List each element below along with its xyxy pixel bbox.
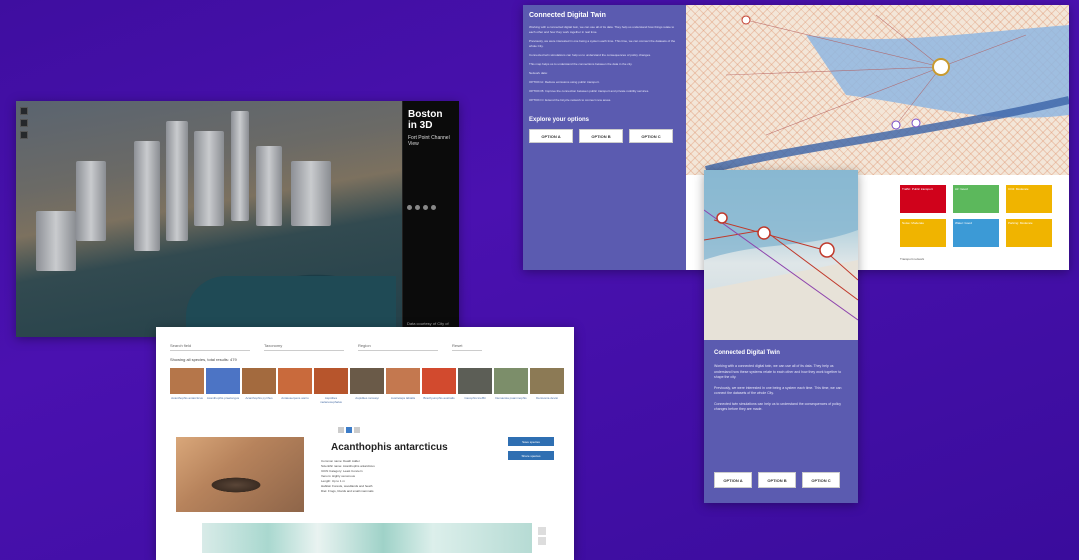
thumbnail-caption: Brachyurophis australis <box>423 396 455 400</box>
twin-para: This map helps us to understand the conn… <box>529 62 633 66</box>
species-name: Acanthophis antarcticus <box>331 442 448 453</box>
twin2-info: Connected Digital Twin Working with a co… <box>714 350 850 418</box>
option-b-button[interactable]: OPTION B <box>758 472 796 488</box>
twin2-para: Connected twin simulations can help us t… <box>714 401 842 412</box>
zoom-in-icon <box>538 527 546 535</box>
species-thumbnail[interactable]: Acanthophis praelongus <box>206 368 240 412</box>
thumbnail-image <box>530 368 564 394</box>
twin-para: Connected twin simulations can help us t… <box>529 53 651 57</box>
digital-twin-mobile-screenshot: Connected Digital Twin Working with a co… <box>704 170 858 503</box>
species-thumbnail[interactable]: Aspidites ramsayi <box>350 368 384 412</box>
map-controls[interactable] <box>20 107 28 147</box>
twin-footer-note: Transport network <box>900 257 925 261</box>
species-thumbnail[interactable]: Denisonia devisi <box>530 368 564 412</box>
twin-city-map[interactable] <box>686 5 1069 175</box>
thumbnail-caption: Acanthophis pyrrhus <box>245 396 273 400</box>
thumbnail-image <box>458 368 492 394</box>
species-thumbnail[interactable]: Demansia psammophis <box>494 368 528 412</box>
thumbnail-caption: Acanthophis antarcticus <box>171 396 203 400</box>
explore-heading: Explore your options <box>529 117 590 123</box>
distribution-map[interactable] <box>202 523 532 553</box>
pagination[interactable] <box>338 427 360 433</box>
thumbnail-caption: Demansia psammophis <box>495 396 527 400</box>
aerial-city-view[interactable] <box>16 101 402 337</box>
page-dot <box>354 427 360 433</box>
option-c-button[interactable]: OPTION C <box>629 129 673 143</box>
thumbnail-caption: Acanthophis praelongus <box>206 396 240 400</box>
option-a-button[interactable]: OPTION A <box>714 472 752 488</box>
indicator-tile[interactable]: CO2: Moderate <box>1006 185 1052 213</box>
snake-database-screenshot: Search field Taxonomy Region Reset Showi… <box>156 327 574 560</box>
species-thumbnail[interactable]: Cacophis krefftii <box>458 368 492 412</box>
thumbnail-caption: Aspidites ramsayi <box>355 396 379 400</box>
filter-bar: Search field Taxonomy Region Reset <box>170 343 560 351</box>
twin-para: Previously, we were interested in one be… <box>529 39 676 48</box>
thumbnail-image <box>422 368 456 394</box>
thumbnail-image <box>242 368 276 394</box>
thumbnail-image <box>350 368 384 394</box>
save-species-button[interactable]: Save species <box>508 437 554 446</box>
twin-para: OPTION C: Extend the bicycle network to … <box>529 98 612 102</box>
indicator-tile[interactable]: Traffic: Public transport <box>900 185 946 213</box>
species-thumbnail[interactable]: Antaioserpens warro <box>278 368 312 412</box>
species-facts: Common name: Death Adder Scientific name… <box>321 459 501 494</box>
boston-sidebar: Boston in 3D Fort Point Channel View Dat… <box>402 101 459 337</box>
boston-3d-screenshot: Boston in 3D Fort Point Channel View Dat… <box>16 101 459 337</box>
boston-title: Boston in 3D <box>408 109 443 131</box>
taxonomy-filter[interactable]: Taxonomy <box>264 343 344 351</box>
indicator-tile[interactable]: Parking: Moderate <box>1006 219 1052 247</box>
twin2-para: Previously, we were interested in one be… <box>714 385 842 396</box>
region-filter[interactable]: Region <box>358 343 438 351</box>
thumbnail-caption: Cacophis krefftii <box>464 396 486 400</box>
twin-para: Network data: <box>529 71 548 75</box>
fact-line: Diet: Frogs, lizards and small mammals <box>321 489 374 493</box>
twin2-title: Connected Digital Twin <box>714 350 780 356</box>
thumbnail-image <box>170 368 204 394</box>
species-thumbnail[interactable]: Acanthophis antarcticus <box>170 368 204 412</box>
playback-controls[interactable] <box>407 201 457 213</box>
thumbnail-image <box>206 368 240 394</box>
thumbnail-caption: Austrelaps labialis <box>390 396 416 400</box>
thumbnail-image <box>494 368 528 394</box>
zoom-out-icon <box>538 537 546 545</box>
indicator-tile[interactable]: Water: Good <box>953 219 999 247</box>
species-thumbnail[interactable]: Austrelaps labialis <box>386 368 420 412</box>
option-c-button[interactable]: OPTION C <box>802 472 840 488</box>
twin-title: Connected Digital Twin <box>529 12 606 19</box>
species-photo <box>176 437 304 512</box>
twin-para: Working with a connected digital twin, w… <box>529 25 675 34</box>
twin-para: OPTION A: Reduce emissions using public … <box>529 80 600 84</box>
boston-sidebar-text: Fort Point Channel View <box>408 135 450 147</box>
species-thumbnail[interactable]: Acanthophis pyrrhus <box>242 368 276 412</box>
share-species-button[interactable]: Share species <box>508 451 554 460</box>
species-thumbnail[interactable]: Aspidites melanocephalus <box>314 368 348 412</box>
thumbnail-image <box>386 368 420 394</box>
twin2-transit-map[interactable] <box>704 170 858 340</box>
reset-button[interactable]: Reset <box>452 343 482 351</box>
species-thumbnails: Acanthophis antarcticus Acanthophis prael… <box>170 368 570 412</box>
thumbnail-caption: Antaioserpens warro <box>281 396 309 400</box>
twin-para: OPTION B: Improve the connection between… <box>529 89 650 93</box>
option-b-button[interactable]: OPTION B <box>579 129 623 143</box>
thumbnail-image <box>314 368 348 394</box>
thumbnail-caption: Aspidites melanocephalus <box>320 396 342 404</box>
twin-paragraphs: Working with a connected digital twin, w… <box>529 25 680 103</box>
twin-info-panel: Connected Digital Twin Working with a co… <box>523 5 686 270</box>
thumbnail-caption: Denisonia devisi <box>536 396 558 400</box>
twin2-para: Working with a connected digital twin, w… <box>714 364 842 379</box>
map-zoom-controls[interactable] <box>538 527 546 545</box>
results-count: Showing all species, total results: 479 <box>170 357 237 362</box>
page-dot <box>338 427 344 433</box>
page-dot <box>346 427 352 433</box>
thumbnail-image <box>278 368 312 394</box>
indicator-tile[interactable]: Noise: Moderate <box>900 219 946 247</box>
search-field[interactable]: Search field <box>170 343 250 351</box>
species-thumbnail[interactable]: Brachyurophis australis <box>422 368 456 412</box>
option-a-button[interactable]: OPTION A <box>529 129 573 143</box>
indicator-tile[interactable]: Air: Good <box>953 185 999 213</box>
